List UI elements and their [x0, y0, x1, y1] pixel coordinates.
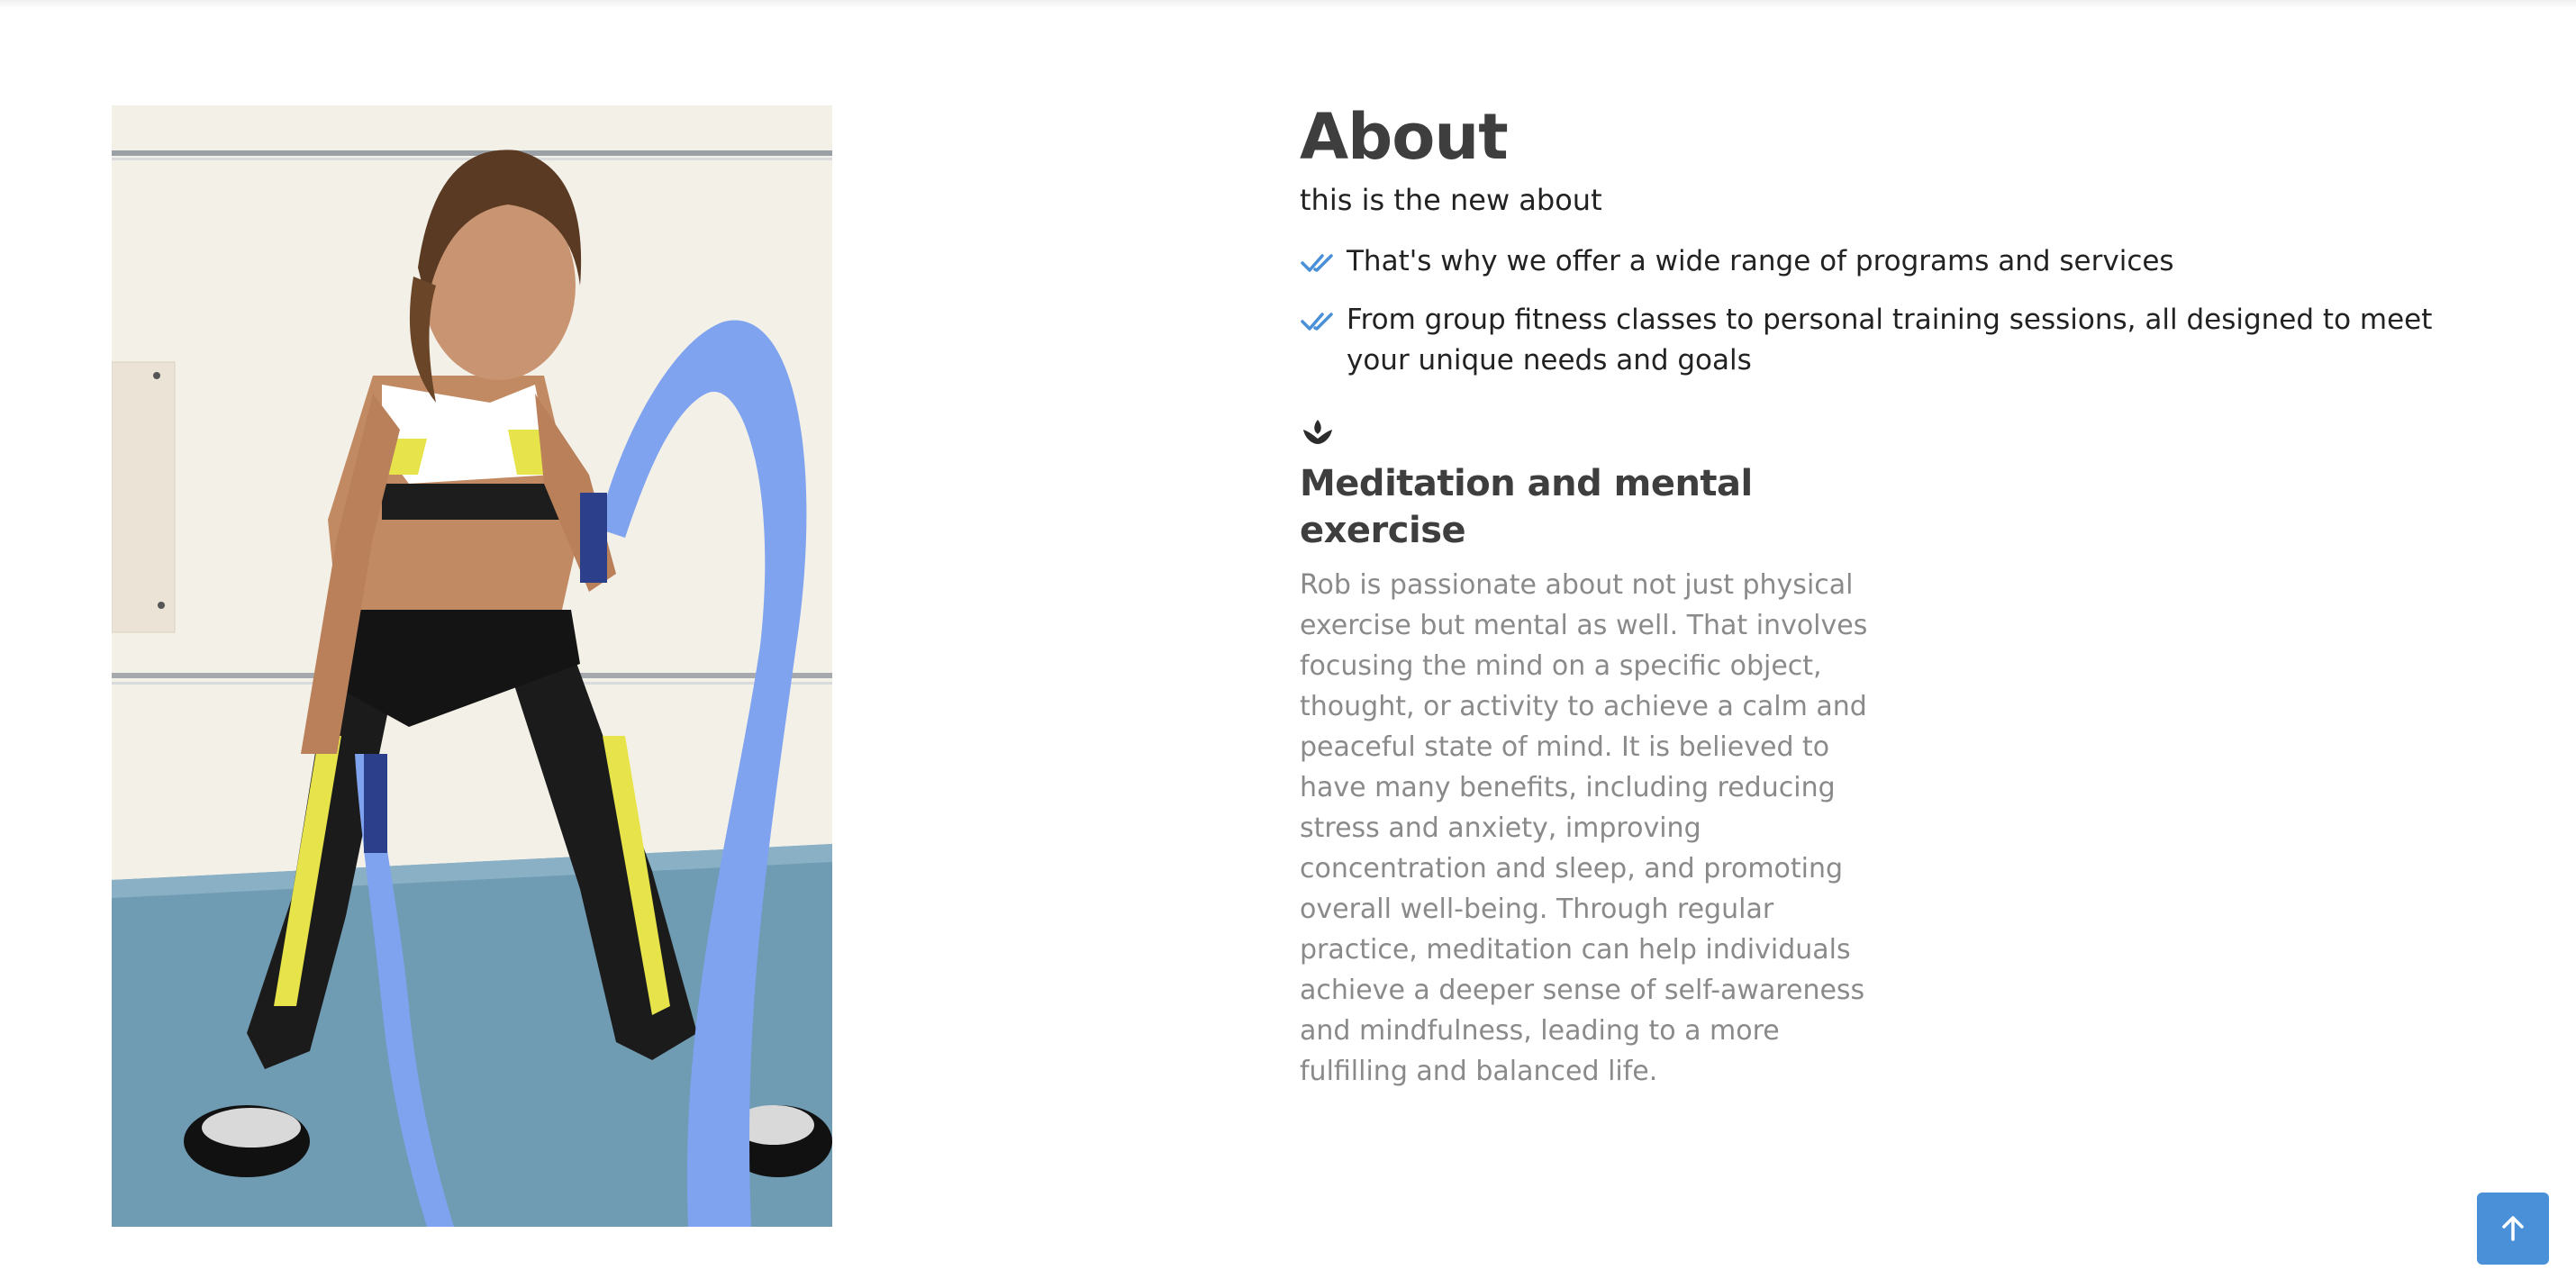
lotus-icon	[1303, 420, 1332, 444]
about-point-text: From group fitness classes to personal t…	[1347, 304, 2433, 376]
feature-description: Rob is passionate about not just physica…	[1300, 569, 1868, 1087]
double-check-icon	[1301, 254, 1333, 272]
about-subtitle: this is the new about	[1300, 183, 1602, 217]
about-section: About this is the new about That's why w…	[1300, 99, 2471, 1092]
about-point-text: That's why we offer a wide range of prog…	[1347, 245, 2174, 277]
feature-title: Meditation and mental exercise	[1300, 463, 1753, 551]
double-check-icon	[1301, 313, 1333, 331]
about-photo	[112, 105, 832, 1227]
header-shadow	[0, 0, 2576, 9]
about-title: About	[1300, 100, 1509, 174]
arrow-up-icon	[2502, 1216, 2524, 1241]
list-item: That's why we offer a wide range of prog…	[1300, 241, 2471, 282]
list-item: From group fitness classes to personal t…	[1300, 300, 2471, 381]
about-points-list: That's why we offer a wide range of prog…	[1300, 241, 2471, 381]
feature-card: Meditation and mental exercise Rob is pa…	[1300, 417, 1876, 1092]
back-to-top-button[interactable]	[2477, 1193, 2549, 1265]
